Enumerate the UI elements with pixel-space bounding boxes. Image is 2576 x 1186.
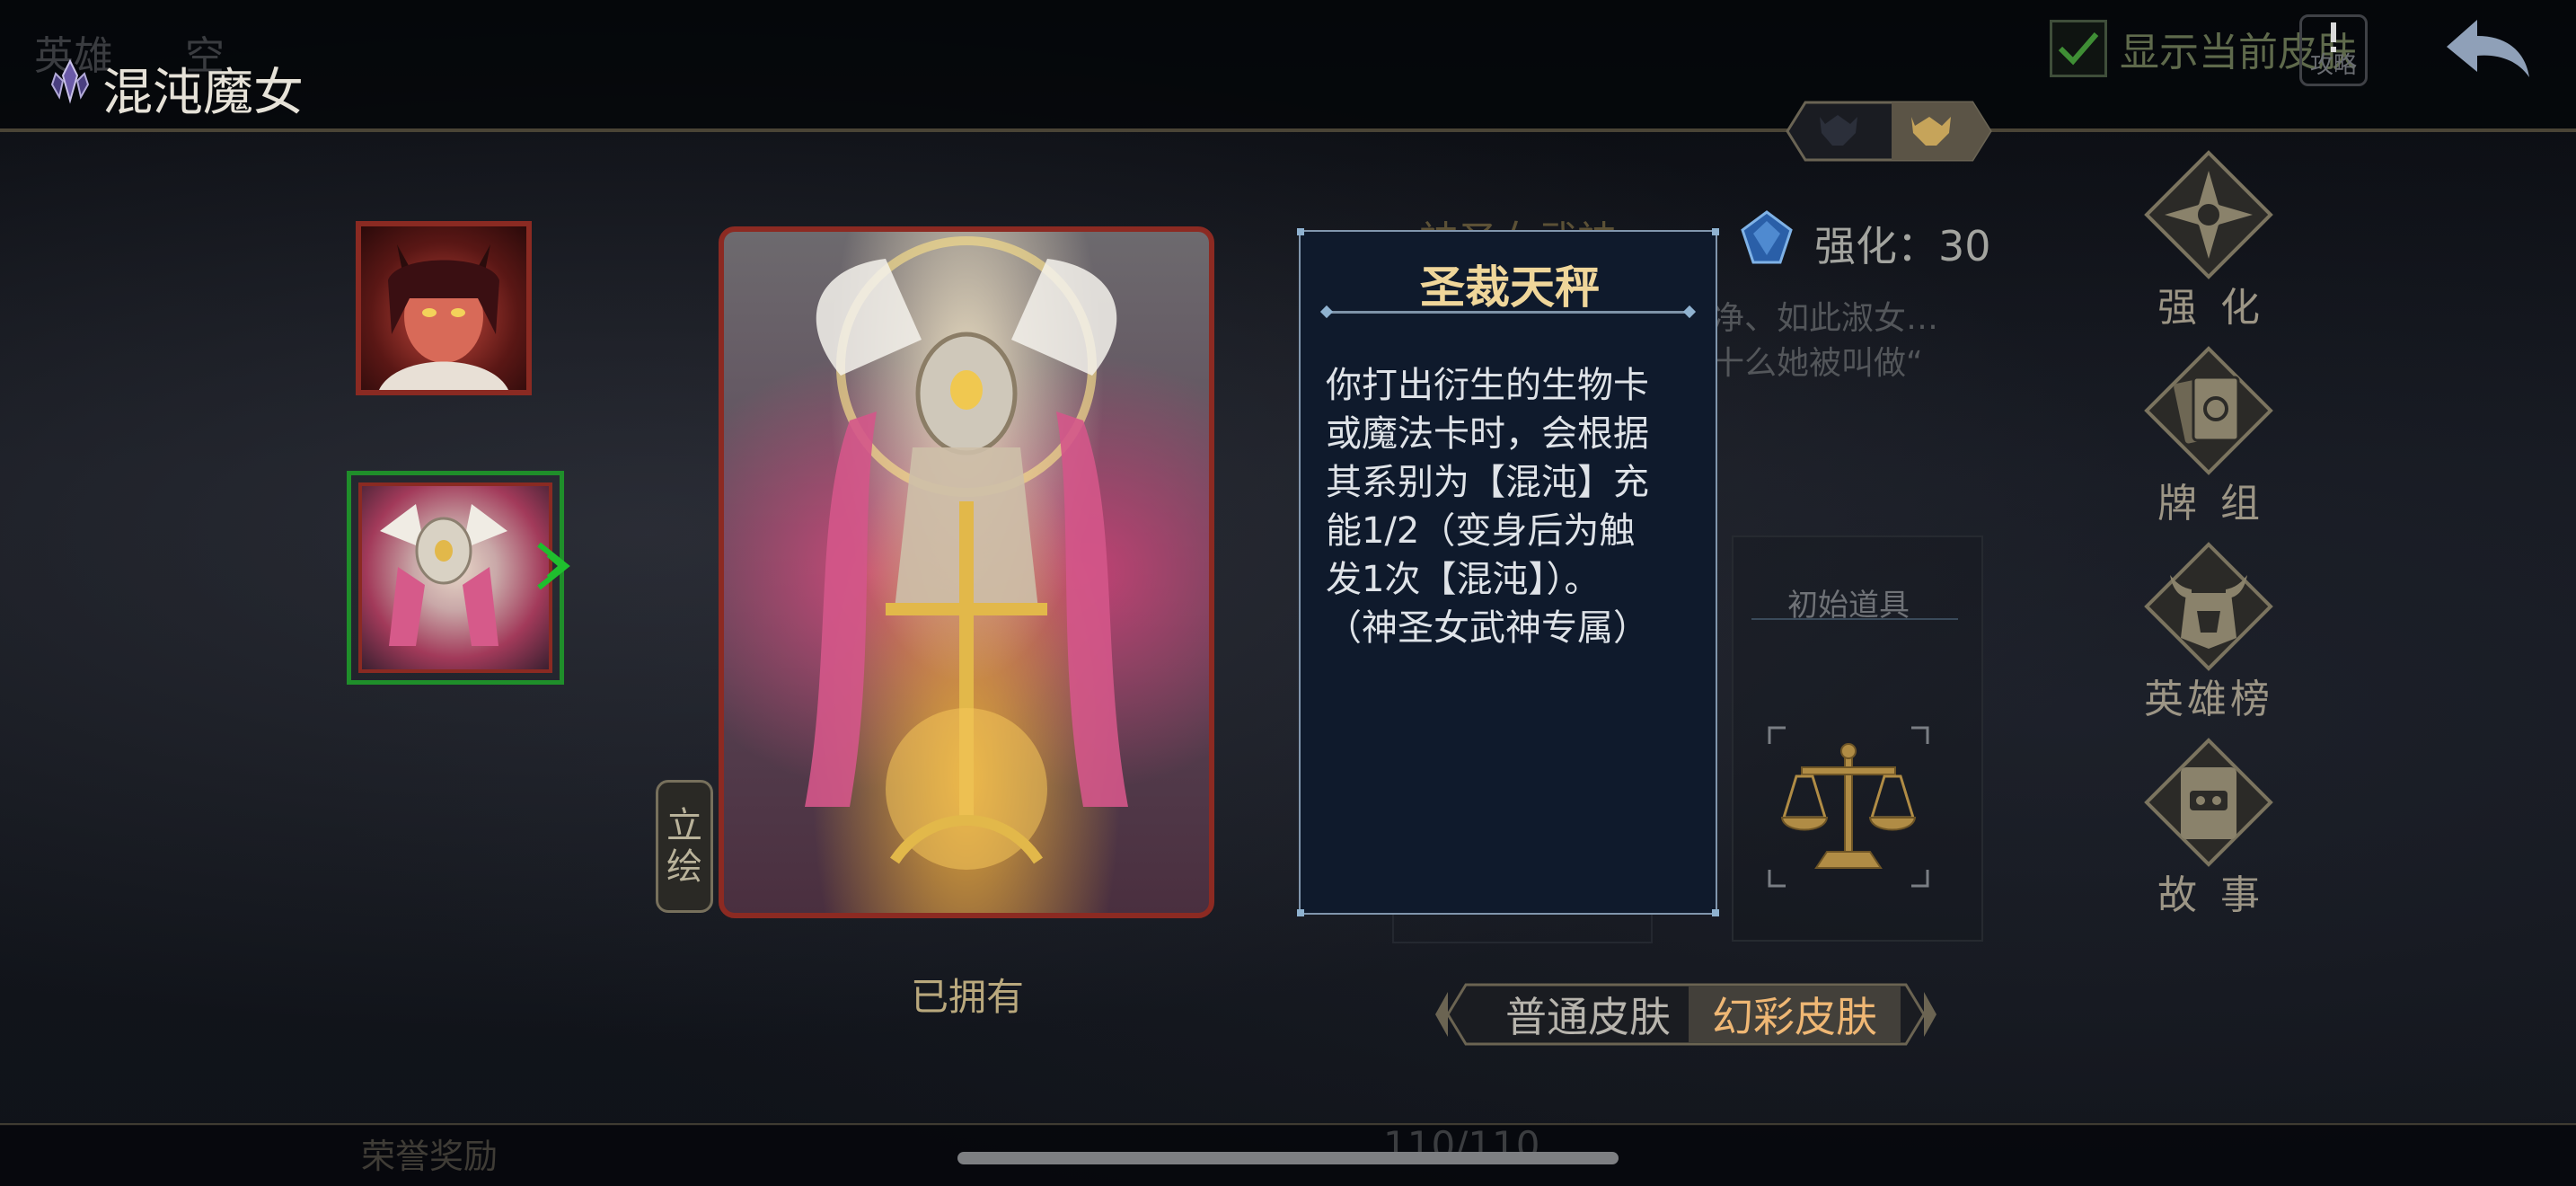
top-divider: [0, 128, 2576, 132]
guide-button[interactable]: 攻略: [2299, 14, 2368, 86]
menu-hero-ranking-label: 英雄榜: [2144, 677, 2273, 722]
enhance-level: 强化：30: [1814, 222, 1991, 270]
description-line-1: 净、如此淑女…: [1712, 300, 1939, 337]
menu-story-label: 故事: [2157, 872, 2283, 918]
menu-hero-ranking[interactable]: 英雄榜: [2132, 539, 2285, 724]
compass-star-icon: [2144, 150, 2273, 279]
card-deck-icon: [2144, 346, 2273, 475]
balance-scale-icon: [1780, 743, 1917, 869]
tooltip-divider: [1326, 311, 1690, 314]
story-book-icon: [2144, 738, 2273, 867]
horned-helmet-icon: [2144, 542, 2273, 671]
description-line-2: 十么她被叫做“: [1712, 345, 1923, 382]
skin-type-tabs: 普通皮肤 幻彩皮肤: [1430, 979, 1942, 1049]
owned-status: 已拥有: [911, 975, 1025, 1019]
portrait-demon[interactable]: [356, 221, 532, 395]
valkyrie-face-icon: [380, 504, 507, 646]
initial-item-slot[interactable]: [1766, 724, 1931, 890]
menu-enhance-label: 强化: [2157, 285, 2283, 331]
honor-reward-button[interactable]: 荣誉奖励: [361, 1128, 498, 1178]
page-title: 混沌魔女: [102, 64, 304, 122]
check-icon: [2058, 32, 2099, 66]
hero-description: 净、如此淑女… 十么她被叫做“: [1712, 296, 1938, 386]
portrait-valkyrie-selected[interactable]: [347, 471, 564, 685]
illustration-tab[interactable]: 立 绘: [656, 780, 713, 913]
tooltip-line-1: 你打出衍生的生物卡: [1326, 365, 1649, 406]
tooltip-title: 圣裁天秤: [1420, 261, 1600, 314]
hero-skin-card[interactable]: [719, 226, 1214, 918]
enhance-crystal-icon: [1741, 210, 1793, 264]
exclamation-icon: [2331, 22, 2336, 52]
menu-deck[interactable]: 牌组: [2132, 343, 2285, 528]
menu-deck-label: 牌组: [2157, 481, 2283, 527]
illustration-tab-char-1: 立: [666, 805, 702, 846]
illustration-tab-char-2: 绘: [666, 846, 702, 888]
menu-story[interactable]: 故事: [2132, 735, 2285, 920]
demon-face-icon: [379, 244, 508, 390]
tooltip-line-3: 其系别为【混沌】充: [1326, 462, 1649, 503]
selected-arrow-icon: [537, 542, 570, 590]
menu-enhance[interactable]: 强化: [2132, 147, 2285, 332]
tab-fantasy-skin[interactable]: 幻彩皮肤: [1689, 987, 1901, 1042]
initial-item-divider: [1751, 618, 1958, 620]
hero-form-switch[interactable]: [1771, 97, 2007, 165]
tooltip-line-6: （神圣女武神专属）: [1326, 607, 1649, 649]
item-tooltip: 圣裁天秤 你打出衍生的生物卡 或魔法卡时，会根据 其系别为【混沌】充 能1/2（…: [1297, 228, 1719, 916]
home-indicator[interactable]: [957, 1152, 1619, 1164]
tooltip-line-5: 发1次【混沌】）。: [1326, 559, 1601, 600]
back-arrow-icon[interactable]: [2441, 13, 2535, 84]
valkyrie-artwork: [805, 236, 1128, 870]
chaos-crystal-icon: [50, 58, 90, 104]
tab-normal-skin[interactable]: 普通皮肤: [1469, 987, 1707, 1042]
tooltip-line-2: 或魔法卡时，会根据: [1326, 413, 1649, 455]
show-skin-checkbox[interactable]: [2050, 20, 2107, 77]
tooltip-body: 你打出衍生的生物卡 或魔法卡时，会根据 其系别为【混沌】充 能1/2（变身后为触…: [1326, 361, 1698, 652]
tooltip-line-4: 能1/2（变身后为触: [1326, 510, 1636, 552]
